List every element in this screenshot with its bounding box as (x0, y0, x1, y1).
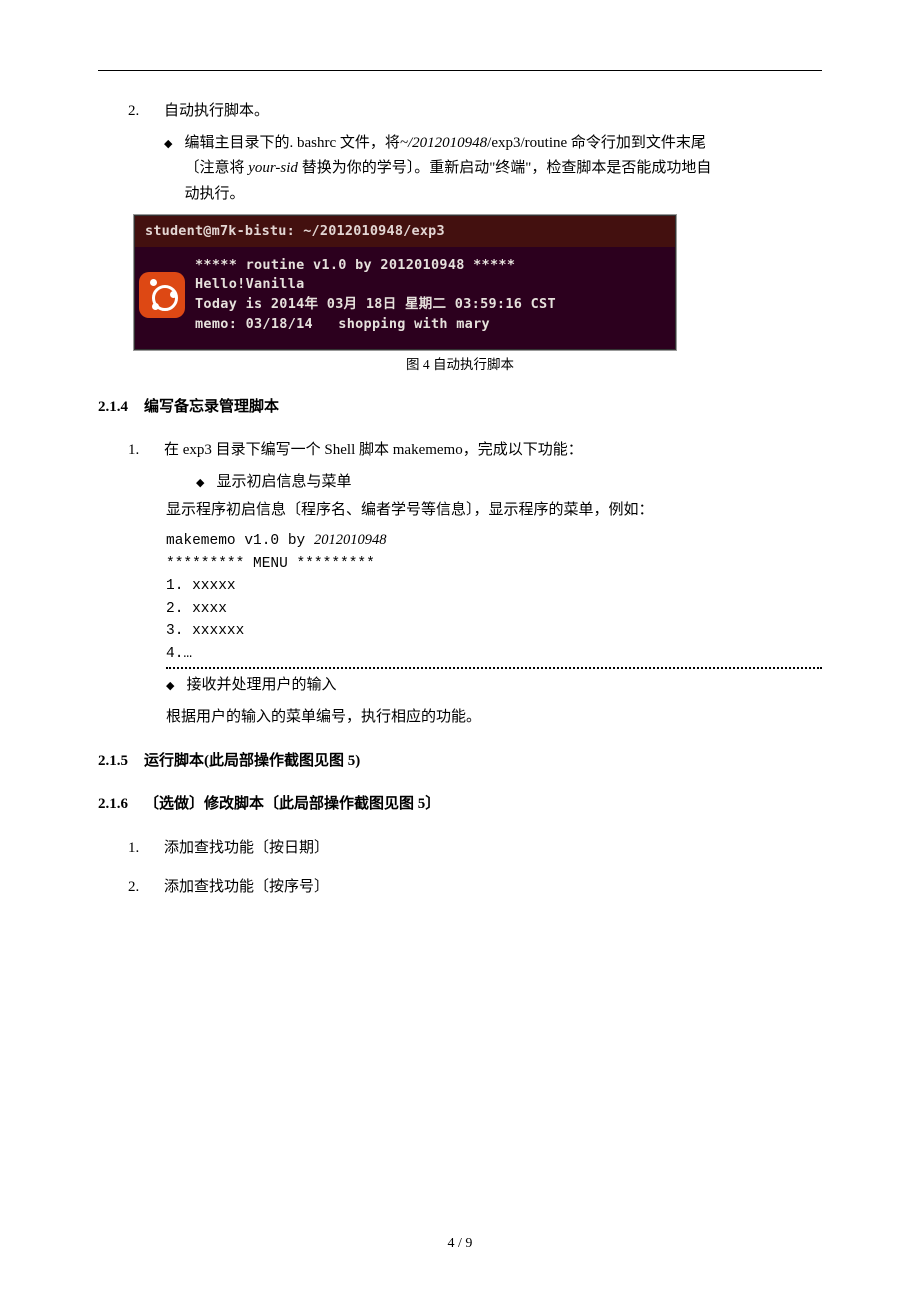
list-number: 1. (128, 836, 150, 862)
section-number: 2.1.5 (98, 749, 128, 775)
text-run: 〔注意将 (184, 160, 248, 176)
list-number: 2. (128, 875, 150, 901)
ordered-list: 1. 添加查找功能〔按日期〕 2. 添加查找功能〔按序号〕 (128, 836, 822, 901)
list-item: 1. 在 exp3 目录下编写一个 Shell 脚本 makememo，完成以下… (128, 438, 822, 464)
italic-run: 2012010948 (314, 532, 387, 548)
diamond-icon: ◆ (164, 131, 172, 208)
menu-line: 3. xxxxxx (166, 620, 822, 642)
italic-run: your-sid (248, 160, 298, 176)
paragraph: 根据用户的输入的菜单编号，执行相应的功能。 (166, 705, 822, 731)
cmd-suffix: /exp3/routine 命令行加到文件末尾 (487, 135, 706, 151)
section-title: 〔选做〕修改脚本〔此局部操作截图见图 5〕 (144, 792, 440, 818)
terminal-screenshot: student@m7k-bistu: ~/2012010948/exp3 ***… (134, 215, 676, 350)
bullet-text: 显示初启信息与菜单 (216, 470, 351, 496)
cmd-prefix: ~/ (400, 135, 412, 151)
bullet-line: 动执行。 (184, 182, 711, 208)
list-item: 1. 添加查找功能〔按日期〕 (128, 836, 822, 862)
section-number: 2.1.6 (98, 792, 128, 818)
section-heading: 2.1.4 编写备忘录管理脚本 (98, 395, 822, 421)
diamond-icon: ◆ (196, 470, 204, 496)
terminal-body: ***** routine v1.0 by 2012010948 ***** H… (135, 247, 675, 349)
ubuntu-logo-icon (139, 272, 185, 318)
sub-bullet: ◆ 编辑主目录下的. bashrc 文件，将~/2012010948/exp3/… (164, 131, 822, 208)
page: 2. 自动执行脚本。 ◆ 编辑主目录下的. bashrc 文件，将~/20120… (0, 0, 920, 1302)
menu-line: makememo v1.0 by 2012010948 (166, 529, 822, 552)
term-line: Today is 2014年 03月 18日 星期二 03:59:16 CST (195, 296, 556, 312)
list-item: 2. 自动执行脚本。 (128, 99, 822, 125)
menu-sample: makememo v1.0 by 2012010948 ********* ME… (166, 529, 822, 665)
list-text: 自动执行脚本。 (164, 99, 269, 125)
term-line: memo: 03/18/14 shopping with mary (195, 316, 490, 332)
bullet-line: 编辑主目录下的. bashrc 文件，将~/2012010948/exp3/ro… (184, 131, 711, 157)
menu-line: 2. xxxx (166, 598, 822, 620)
menu-line: ********* MENU ********* (166, 553, 822, 575)
figure-caption: 图 4 自动执行脚本 (98, 354, 822, 377)
ordered-list: 2. 自动执行脚本。 ◆ 编辑主目录下的. bashrc 文件，将~/20120… (128, 99, 822, 207)
menu-line: 1. xxxxx (166, 575, 822, 597)
sub-bullet: ◆ 显示初启信息与菜单 (196, 470, 822, 496)
sub-bullet: ◆ 接收并处理用户的输入 (166, 673, 822, 699)
section-number: 2.1.4 (98, 395, 128, 421)
menu-line: 4.… (166, 643, 822, 665)
cmd-sid: 2012010948 (412, 135, 487, 151)
text-run: 替换为你的学号〕。重新启动"终端"，检查脚本是否能成功地自 (298, 160, 712, 176)
section-heading: 2.1.5 运行脚本(此局部操作截图见图 5) (98, 749, 822, 775)
page-number: 4 / 9 (0, 1232, 920, 1256)
paragraph: 显示程序初启信息〔程序名、编者学号等信息〕，显示程序的菜单，例如： (166, 498, 822, 524)
text-run: makememo v1.0 by (166, 533, 314, 549)
section-heading: 2.1.6 〔选做〕修改脚本〔此局部操作截图见图 5〕 (98, 792, 822, 818)
dotted-separator (166, 667, 822, 669)
text-run: 编辑主目录下的. bashrc 文件，将 (184, 135, 399, 151)
bullet-line: 〔注意将 your-sid 替换为你的学号〕。重新启动"终端"，检查脚本是否能成… (184, 156, 711, 182)
list-number: 2. (128, 99, 150, 125)
bullet-text: 接收并处理用户的输入 (186, 673, 336, 699)
section-title: 运行脚本(此局部操作截图见图 5) (144, 749, 360, 775)
bullet-content: 编辑主目录下的. bashrc 文件，将~/2012010948/exp3/ro… (184, 131, 711, 208)
list-item: 2. 添加查找功能〔按序号〕 (128, 875, 822, 901)
terminal-title: student@m7k-bistu: ~/2012010948/exp3 (135, 216, 675, 247)
list-number: 1. (128, 438, 150, 464)
list-text: 在 exp3 目录下编写一个 Shell 脚本 makememo，完成以下功能： (164, 438, 583, 464)
term-line: ***** routine v1.0 by 2012010948 ***** (195, 257, 515, 273)
section-title: 编写备忘录管理脚本 (144, 395, 279, 421)
list-text: 添加查找功能〔按日期〕 (164, 836, 329, 862)
list-text: 添加查找功能〔按序号〕 (164, 875, 329, 901)
ordered-list: 1. 在 exp3 目录下编写一个 Shell 脚本 makememo，完成以下… (128, 438, 822, 496)
term-line: Hello!Vanilla (195, 276, 305, 292)
terminal-output: ***** routine v1.0 by 2012010948 ***** H… (195, 256, 556, 334)
diamond-icon: ◆ (166, 673, 174, 699)
header-rule (98, 70, 822, 71)
